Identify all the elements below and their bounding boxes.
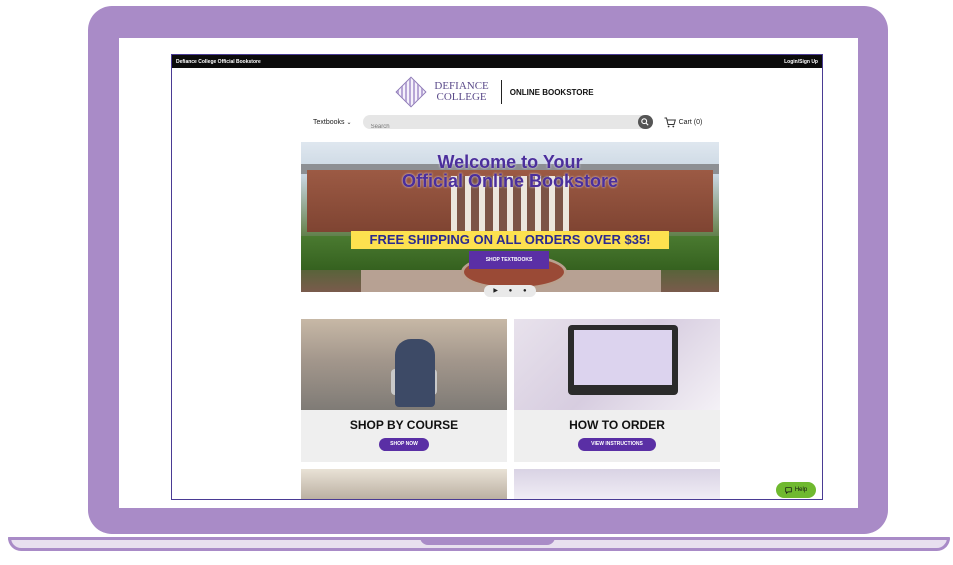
college-logo-icon[interactable] xyxy=(395,76,427,108)
slider-controls: ▶ ● ● xyxy=(484,285,536,297)
search-box xyxy=(362,115,653,134)
logo-line-2: COLLEGE xyxy=(436,91,487,103)
logo-row: DEFIANCE COLLEGE ONLINE BOOKSTORE xyxy=(172,76,822,108)
search-button[interactable] xyxy=(637,115,653,129)
logo-divider xyxy=(500,80,502,104)
store-title: ONLINE BOOKSTORE xyxy=(509,87,594,97)
hero-banner: Welcome to Your Official Online Bookstor… xyxy=(301,142,719,292)
hero-title-line-2: Official Online Bookstore xyxy=(401,171,619,191)
slide-dot-1[interactable]: ● xyxy=(509,288,513,294)
chat-icon xyxy=(785,486,792,494)
next-card-image-left xyxy=(301,469,507,499)
shop-by-course-card: SHOP BY COURSE SHOP NOW xyxy=(301,319,507,462)
cart-icon xyxy=(664,117,676,127)
chevron-down-icon: ⌄ xyxy=(346,119,352,126)
search-icon xyxy=(641,118,649,126)
slide-dot-2[interactable]: ● xyxy=(523,288,527,294)
next-card-image-right xyxy=(514,469,720,499)
free-shipping-banner: FREE SHIPPING ON ALL ORDERS OVER $35! xyxy=(351,231,669,249)
shop-textbooks-button[interactable]: SHOP TEXTBOOKS xyxy=(469,251,549,269)
card-title: HOW TO ORDER xyxy=(569,418,665,432)
store-name: Defiance College Official Bookstore xyxy=(176,58,261,65)
hero-title-line-1: Welcome to Your xyxy=(437,152,583,172)
laptop-notch xyxy=(420,537,555,545)
laptop-screen-shape xyxy=(574,330,672,385)
search-input[interactable] xyxy=(362,120,639,134)
shop-now-button[interactable]: SHOP NOW xyxy=(379,438,429,451)
cart-label: Cart (0) xyxy=(678,118,703,126)
card-title: SHOP BY COURSE xyxy=(349,418,459,432)
laptop-shape xyxy=(568,325,678,395)
college-logo-text[interactable]: DEFIANCE COLLEGE xyxy=(434,81,488,103)
student-shape xyxy=(395,339,435,407)
student-laptop-image xyxy=(301,319,507,410)
view-instructions-button[interactable]: VIEW INSTRUCTIONS xyxy=(578,438,656,451)
help-button[interactable]: Help xyxy=(776,482,816,498)
cart-link[interactable]: Cart (0) xyxy=(664,117,703,128)
bookstore-page: Defiance College Official Bookstore Logi… xyxy=(171,54,823,500)
laptop-instructions-image xyxy=(514,319,720,410)
play-icon[interactable]: ▶ xyxy=(493,288,498,294)
textbooks-menu[interactable]: Textbooks ⌄ xyxy=(313,119,352,126)
laptop-screen: Defiance College Official Bookstore Logi… xyxy=(119,38,858,508)
search-row: Textbooks ⌄ Cart (0) xyxy=(172,115,822,134)
login-link[interactable]: Login/Sign Up xyxy=(784,59,818,65)
top-bar: Defiance College Official Bookstore Logi… xyxy=(172,55,822,68)
textbooks-label: Textbooks xyxy=(313,118,345,126)
help-label: Help xyxy=(794,487,808,493)
how-to-order-card: HOW TO ORDER VIEW INSTRUCTIONS xyxy=(514,319,720,462)
